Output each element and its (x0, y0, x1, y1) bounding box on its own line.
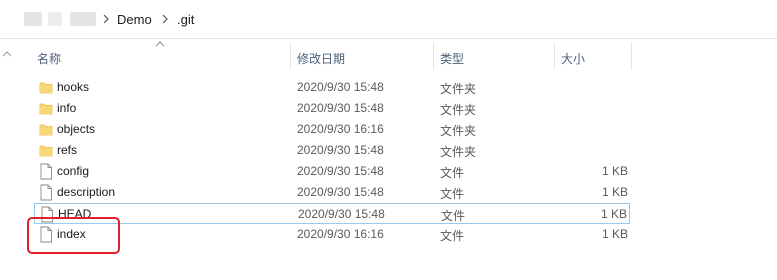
blurred-path-segment (48, 12, 62, 26)
address-bar[interactable]: Demo .git (0, 0, 777, 38)
file-size: 1 KB (601, 185, 628, 199)
file-type: 文件夹 (440, 124, 477, 138)
file-modified-date: 2020/9/30 16:16 (297, 122, 384, 136)
breadcrumb-demo[interactable]: Demo (117, 12, 152, 27)
file-row[interactable]: HEAD 2020/9/30 15:48 文件 1 KB (34, 203, 630, 224)
column-divider[interactable] (290, 42, 291, 70)
file-modified-date: 2020/9/30 15:48 (297, 143, 384, 157)
file-size: 1 KB (601, 227, 628, 241)
file-modified-date: 2020/9/30 15:48 (297, 101, 384, 115)
file-name: description (57, 185, 116, 199)
file-type: 文件 (441, 209, 466, 223)
file-row[interactable]: info 2020/9/30 15:48 文件夹 (34, 98, 630, 119)
file-type: 文件夹 (440, 145, 477, 159)
folder-icon (39, 142, 53, 159)
blurred-path-segment (70, 12, 96, 26)
file-row[interactable]: objects 2020/9/30 16:16 文件夹 (34, 119, 630, 140)
breadcrumb-git[interactable]: .git (177, 12, 194, 27)
file-name: hooks (57, 80, 90, 94)
file-row[interactable]: hooks 2020/9/30 15:48 文件夹 (34, 77, 630, 98)
file-row[interactable]: refs 2020/9/30 15:48 文件夹 (34, 140, 630, 161)
file-type: 文件 (440, 187, 465, 201)
column-name[interactable]: 名称 (37, 50, 61, 67)
chevron-right-icon (103, 14, 109, 24)
sort-ascending-icon (155, 41, 165, 47)
column-divider[interactable] (631, 42, 632, 70)
file-name: objects (57, 122, 96, 136)
file-type: 文件 (440, 229, 465, 243)
file-icon (39, 184, 53, 201)
file-row[interactable]: description 2020/9/30 15:48 文件 1 KB (34, 182, 630, 203)
file-modified-date: 2020/9/30 15:48 (298, 207, 385, 221)
file-modified-date: 2020/9/30 15:48 (297, 80, 384, 94)
file-size: 1 KB (601, 164, 628, 178)
file-name: info (57, 101, 77, 115)
file-modified-date: 2020/9/30 16:16 (297, 227, 384, 241)
highlight-annotation (27, 217, 120, 254)
blurred-path-segment (24, 12, 42, 26)
address-bar-divider (0, 38, 777, 39)
file-modified-date: 2020/9/30 15:48 (297, 164, 384, 178)
file-type: 文件 (440, 166, 465, 180)
file-name: refs (57, 143, 78, 157)
folder-icon (39, 121, 53, 138)
file-name: config (57, 164, 90, 178)
file-size: 1 KB (600, 207, 627, 221)
column-size[interactable]: 大小 (561, 50, 585, 67)
column-divider[interactable] (433, 42, 434, 70)
column-header: 名称 修改日期 类型 大小 (0, 40, 777, 72)
file-row[interactable]: index 2020/9/30 16:16 文件 1 KB (34, 224, 630, 245)
file-row[interactable]: config 2020/9/30 15:48 文件 1 KB (34, 161, 630, 182)
folder-icon (39, 79, 53, 96)
column-type[interactable]: 类型 (440, 50, 464, 67)
file-type: 文件夹 (440, 103, 477, 117)
column-date[interactable]: 修改日期 (297, 50, 345, 67)
column-divider[interactable] (554, 42, 555, 70)
file-modified-date: 2020/9/30 15:48 (297, 185, 384, 199)
file-icon (39, 163, 53, 180)
file-type: 文件夹 (440, 82, 477, 96)
chevron-right-icon (162, 14, 168, 24)
folder-icon (39, 100, 53, 117)
